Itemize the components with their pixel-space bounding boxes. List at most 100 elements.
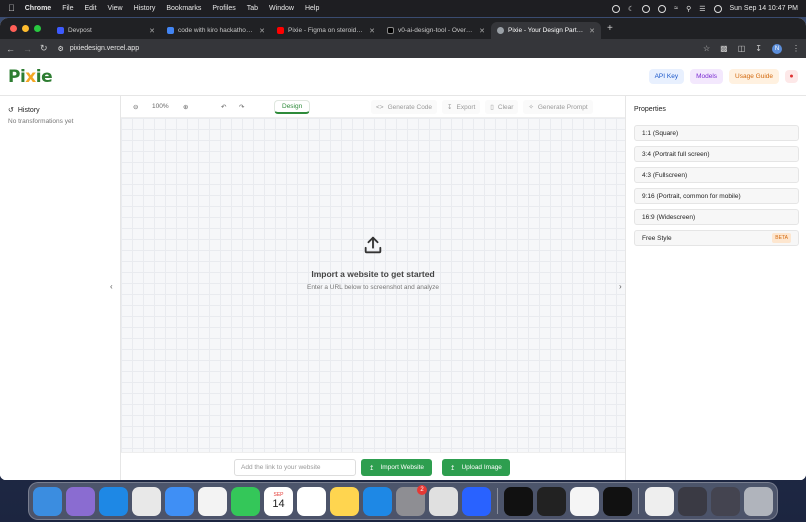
redo-icon[interactable]: ↷ (239, 103, 244, 111)
terminal-icon[interactable] (504, 486, 533, 516)
tab-close-icon[interactable]: ✕ (149, 27, 155, 35)
browser-tab-active[interactable]: Pixie - Your Design Partner ✕ (491, 22, 601, 39)
export-button[interactable]: ↧ Export (442, 100, 481, 114)
menu-bookmarks[interactable]: Bookmarks (166, 0, 201, 17)
menu-window[interactable]: Window (269, 0, 294, 17)
minimize-window-button[interactable] (22, 25, 29, 32)
moon-icon[interactable]: ☾ (628, 5, 634, 13)
tab-title: code with kiro hackathon quo (178, 27, 256, 34)
tab-close-icon[interactable]: ✕ (369, 27, 375, 35)
status-icon[interactable] (611, 4, 620, 13)
facetime-icon[interactable] (231, 486, 260, 516)
aspect-option-9-16[interactable]: 9:16 (Portrait, common for mobile) (634, 188, 799, 204)
alert-icon[interactable]: ● (785, 70, 798, 83)
safari-icon[interactable] (99, 486, 128, 516)
mail-icon[interactable] (165, 486, 194, 516)
close-window-button[interactable] (10, 25, 17, 32)
window-thumb-icon[interactable] (711, 486, 740, 516)
logo-text-post: ie (35, 66, 53, 87)
website-url-input[interactable]: Add the link to your website (234, 459, 356, 476)
zoom-window-button[interactable] (34, 25, 41, 32)
clock-text[interactable]: Sun Sep 14 10:47 PM (730, 5, 799, 12)
settings-icon[interactable]: 2 (396, 484, 427, 516)
wifi-icon[interactable]: ≈ (674, 5, 678, 12)
calendar-icon[interactable]: SEP 14 (264, 486, 293, 516)
collapse-left-icon[interactable]: ‹ (110, 282, 113, 291)
search-icon[interactable]: ⚲ (686, 5, 691, 13)
forward-icon[interactable]: → (23, 44, 32, 54)
menu-edit[interactable]: Edit (84, 0, 96, 17)
bookmark-star-icon[interactable]: ☆ (703, 44, 710, 53)
browser-tab[interactable]: v0-ai-design-tool - Overview ✕ (381, 22, 491, 39)
browser-tab[interactable]: Pixie - Figma on steroids - Yo ✕ (271, 22, 381, 39)
notion-icon[interactable] (429, 486, 458, 516)
clock-status-icon[interactable] (658, 4, 667, 13)
models-button[interactable]: Models (690, 69, 724, 84)
pixie-logo[interactable]: Pixie (8, 66, 53, 87)
downloads-icon[interactable]: ↧ (755, 44, 762, 53)
canvas-area[interactable]: ⊖ 100% ⊕ ↶ ↷ Design <> Generate Code ↧ Exp… (110, 96, 625, 480)
usage-guide-button[interactable]: Usage Guide (729, 69, 779, 84)
clear-button[interactable]: ▯ Clear (485, 100, 519, 114)
aspect-option-3-4[interactable]: 3:4 (Portrait full screen) (634, 146, 799, 162)
finder-icon[interactable] (33, 486, 62, 516)
app-header: Pixie API Key Models Usage Guide ● (0, 58, 806, 96)
aspect-option-free-style[interactable]: Free Style BETA (634, 230, 799, 246)
extensions-icon[interactable]: ▩ (720, 44, 728, 53)
undo-icon[interactable]: ↶ (221, 103, 226, 111)
import-website-button[interactable]: ↥ Import Website (361, 459, 433, 476)
browser-tab[interactable]: code with kiro hackathon quo ✕ (161, 22, 271, 39)
menu-tab[interactable]: Tab (247, 0, 258, 17)
menu-profiles[interactable]: Profiles (212, 0, 235, 17)
menu-history[interactable]: History (134, 0, 156, 17)
tasks-icon[interactable] (462, 486, 491, 516)
menu-view[interactable]: View (108, 0, 123, 17)
tab-close-icon[interactable]: ✕ (479, 27, 485, 35)
apple-menu-icon[interactable]:  (8, 0, 15, 17)
launchpad-icon[interactable] (66, 486, 95, 516)
design-tab[interactable]: Design (274, 100, 311, 114)
play-icon[interactable] (642, 4, 651, 13)
site-info-icon[interactable]: ⚙ (58, 45, 64, 53)
notes-icon[interactable] (330, 486, 359, 516)
back-icon[interactable]: ← (6, 44, 15, 54)
generate-code-button[interactable]: <> Generate Code (371, 100, 438, 114)
reload-icon[interactable]: ↻ (40, 43, 48, 54)
capcut-icon[interactable] (603, 486, 632, 516)
photos-icon[interactable] (198, 486, 227, 516)
zoom-level: 100% (152, 103, 169, 110)
profile-avatar[interactable]: N (772, 43, 782, 54)
menu-kebab-icon[interactable]: ⋮ (792, 44, 800, 53)
upload-image-button[interactable]: ↥ Upload Image (442, 459, 510, 476)
menu-file[interactable]: File (62, 0, 73, 17)
trash-icon[interactable] (744, 486, 773, 516)
window-thumb-icon[interactable] (678, 486, 707, 516)
new-tab-icon[interactable]: + (607, 23, 613, 34)
aspect-option-16-9[interactable]: 16:9 (Widescreen) (634, 209, 799, 225)
clock-icon[interactable] (570, 486, 599, 516)
menu-help[interactable]: Help (305, 0, 319, 17)
zoom-out-icon[interactable]: ⊖ (133, 103, 138, 111)
music-icon[interactable] (645, 486, 674, 516)
aspect-option-4-3[interactable]: 4:3 (Fullscreen) (634, 167, 799, 183)
tab-close-icon[interactable]: ✕ (589, 27, 595, 35)
api-key-button[interactable]: API Key (648, 69, 685, 84)
unity-icon[interactable] (537, 486, 566, 516)
control-center-icon[interactable]: ☰ (699, 5, 705, 13)
generate-prompt-button[interactable]: ✧ Generate Prompt (523, 100, 593, 114)
url-field[interactable]: ⚙ pixiedesign.vercel.app (58, 45, 140, 53)
option-label: 16:9 (Widescreen) (642, 213, 696, 221)
empty-state-title: Import a website to get started (311, 269, 435, 279)
chrome-icon[interactable] (132, 486, 161, 516)
reminders-icon[interactable] (297, 486, 326, 516)
appstore-icon[interactable] (363, 486, 392, 516)
tab-close-icon[interactable]: ✕ (259, 27, 265, 35)
sidepanel-icon[interactable]: ◫ (738, 44, 746, 53)
url-text[interactable]: pixiedesign.vercel.app (70, 45, 139, 52)
zoom-in-icon[interactable]: ⊕ (183, 103, 188, 111)
browser-tab[interactable]: Devpost ✕ (51, 22, 161, 39)
upload-icon (364, 236, 382, 254)
siri-icon[interactable] (713, 4, 722, 13)
aspect-option-1-1[interactable]: 1:1 (Square) (634, 125, 799, 141)
menu-chrome[interactable]: Chrome (25, 0, 51, 17)
